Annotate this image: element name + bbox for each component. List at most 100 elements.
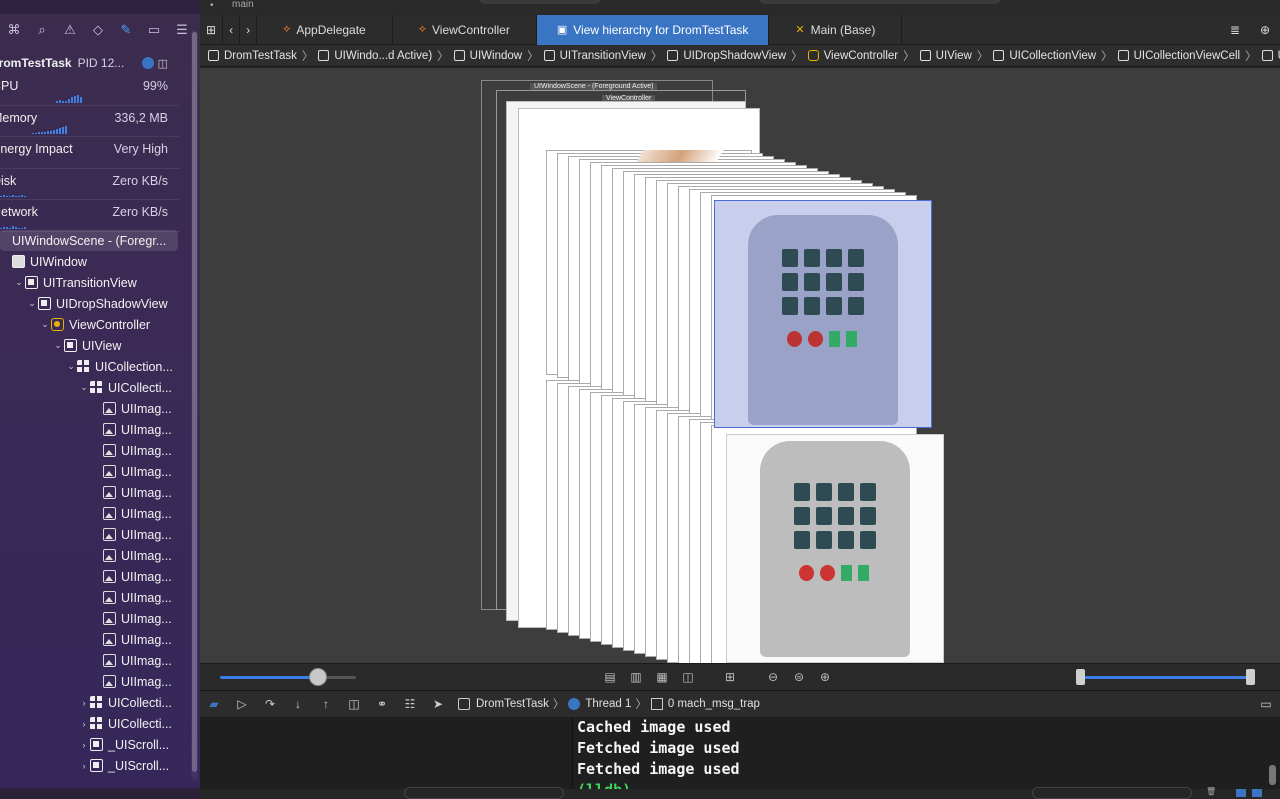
tree-node[interactable]: ⌄ UITransitionView — [0, 272, 190, 293]
zoom-actual-icon[interactable]: ⊜ — [792, 670, 806, 684]
image-view[interactable] — [726, 434, 944, 663]
breadcrumb-item[interactable]: UIWindo...d Active) 〉 — [318, 48, 453, 64]
hierarchy-icon[interactable]: ⌘ — [0, 18, 28, 42]
process-header[interactable]: DromTestTask PID 12... ◫ — [0, 52, 180, 74]
console-filter-field[interactable] — [1032, 787, 1192, 799]
tree-node[interactable]: ⌄ UICollecti... — [0, 377, 190, 398]
show-variables-icon[interactable] — [1236, 789, 1246, 797]
breakpoints-toggle-icon[interactable]: ▰ — [200, 697, 228, 711]
debug-thread[interactable]: Thread 1 — [585, 698, 631, 710]
show-console-icon[interactable] — [1252, 789, 1262, 797]
chevron-down-icon[interactable]: ⌄ — [52, 340, 64, 351]
breadcrumb-item[interactable]: UITransitionView 〉 — [543, 48, 668, 64]
range-slider-track[interactable] — [1082, 676, 1252, 679]
breadcrumb-item[interactable]: DromTestTask 〉 — [208, 48, 318, 64]
tree-node[interactable]: UIImag... — [0, 419, 190, 440]
gauge-disk[interactable]: Disk Zero KB/s — [0, 169, 180, 200]
view-debugger-icon[interactable]: ◫ — [340, 697, 368, 711]
step-into-icon[interactable]: ↓ — [284, 697, 312, 711]
test-icon[interactable]: ◇ — [84, 18, 112, 42]
tree-node[interactable]: UIImag... — [0, 671, 190, 692]
console-scrollbar[interactable] — [1269, 765, 1276, 785]
tree-node[interactable]: › UICollecti... — [0, 692, 190, 713]
debug-target[interactable]: DromTestTask — [476, 698, 549, 710]
breadcrumb-item[interactable]: UIView 〉 — [919, 48, 994, 64]
tree-node[interactable]: UIImag... — [0, 629, 190, 650]
variables-filter-field[interactable] — [404, 787, 564, 799]
breadcrumb-item[interactable]: UIDropShadowView 〉 — [667, 48, 807, 64]
navigator-scrollbar[interactable] — [191, 30, 198, 780]
range-slider-max-handle[interactable] — [1246, 669, 1255, 685]
tree-node[interactable]: UIImag... — [0, 461, 190, 482]
search-icon[interactable]: ⌕ — [28, 18, 56, 42]
zoom-in-icon[interactable]: ⊕ — [818, 670, 832, 684]
environment-icon[interactable]: ☷ — [396, 697, 424, 711]
spacing-slider-track[interactable] — [220, 676, 320, 679]
tab-appdelegate[interactable]: ⟡ AppDelegate — [257, 14, 393, 45]
editor-options-icon[interactable]: ≣ — [1220, 15, 1250, 45]
chevron-down-icon[interactable]: ⌄ — [78, 382, 90, 393]
step-out-icon[interactable]: ↑ — [312, 697, 340, 711]
gauge-network[interactable]: Network Zero KB/s — [0, 200, 180, 232]
continue-icon[interactable]: ▷ — [228, 697, 256, 711]
debug-icon[interactable]: ✎ — [112, 18, 140, 42]
tree-node[interactable]: UIImag... — [0, 566, 190, 587]
info-icon[interactable] — [141, 57, 154, 69]
tree-node[interactable]: UIImag... — [0, 608, 190, 629]
spacing-slider-knob[interactable] — [309, 668, 327, 686]
breadcrumb-item[interactable]: UIImageView — [1261, 50, 1280, 62]
tree-node[interactable]: ⌄ ViewController — [0, 314, 190, 335]
gauge-memory[interactable]: Memory 336,2 MB — [0, 106, 180, 137]
hide-debug-area-icon[interactable]: ▭ — [1252, 697, 1280, 711]
breadcrumb-item[interactable]: ViewController 〉 — [807, 48, 920, 64]
breadcrumb-item[interactable]: UIWindow 〉 — [453, 48, 544, 64]
tree-node[interactable]: UIImag... — [0, 650, 190, 671]
chevron-down-icon[interactable]: ⌄ — [26, 298, 38, 309]
tree-node[interactable]: ⌄ UIView — [0, 335, 190, 356]
tree-node[interactable]: ⌄ UIDropShadowView — [0, 293, 190, 314]
layers-icon[interactable]: ▦ — [655, 670, 669, 684]
orient-icon[interactable]: ◫ — [681, 670, 695, 684]
breakpoint-icon[interactable]: ▭ — [140, 18, 168, 42]
tree-node[interactable]: UIImag... — [0, 503, 190, 524]
warning-icon[interactable]: ⚠ — [56, 18, 84, 42]
tree-node[interactable]: UIImag... — [0, 545, 190, 566]
back-icon[interactable]: ‹ — [223, 14, 241, 45]
breadcrumb-item[interactable]: UICollectionViewCell 〉 — [1117, 48, 1262, 64]
zoom-out-icon[interactable]: ⊖ — [766, 670, 780, 684]
location-icon[interactable]: ➤ — [424, 697, 452, 711]
tab-viewcontroller[interactable]: ⟡ ViewController — [393, 14, 537, 45]
tab-view-hierarchy-for-dromtesttask[interactable]: ▣ View hierarchy for DromTestTask — [536, 14, 770, 45]
debug-frame[interactable]: 0 mach_msg_trap — [668, 698, 760, 710]
step-over-icon[interactable]: ↷ — [256, 697, 284, 711]
tree-node[interactable]: UIWindow — [0, 251, 190, 272]
chevron-right-icon[interactable]: › — [78, 698, 90, 708]
tree-node[interactable]: › _UIScroll... — [0, 755, 190, 776]
tree-node[interactable]: UIImag... — [0, 440, 190, 461]
breadcrumb-item[interactable]: UICollectionView 〉 — [993, 48, 1117, 64]
chevron-right-icon[interactable]: › — [78, 719, 90, 729]
clip-content-icon[interactable]: ▤ — [603, 670, 617, 684]
tree-node[interactable]: › _UIScroll... — [0, 734, 190, 755]
view-debugger-canvas[interactable]: UIWindowScene - (Foreground Active) View… — [200, 68, 1280, 663]
constraints-icon[interactable]: ▥ — [629, 670, 643, 684]
forward-icon[interactable]: › — [240, 14, 258, 45]
chevron-down-icon[interactable]: ⌄ — [39, 319, 51, 330]
grid-icon[interactable]: ⊞ — [200, 14, 224, 45]
selected-image-view[interactable] — [714, 200, 932, 428]
chevron-right-icon[interactable]: › — [78, 761, 90, 771]
gauge-cpu[interactable]: CPU 99% — [0, 74, 180, 106]
tree-node[interactable]: UIImag... — [0, 398, 190, 419]
tab-main-base-[interactable]: ✕ Main (Base) — [769, 14, 903, 45]
chevron-down-icon[interactable]: ⌄ — [13, 277, 25, 288]
cube-icon[interactable]: ◫ — [158, 57, 168, 70]
tree-node[interactable]: UIImag... — [0, 524, 190, 545]
range-slider-min-handle[interactable] — [1076, 669, 1085, 685]
add-editor-icon[interactable]: ⊕ — [1250, 15, 1280, 45]
run-destination[interactable] — [480, 0, 600, 4]
chevron-right-icon[interactable]: › — [78, 740, 90, 750]
2d-3d-icon[interactable]: ⊞ — [723, 670, 737, 684]
gauge-energy-impact[interactable]: Energy Impact Very High — [0, 137, 180, 169]
tree-node[interactable]: ⌄ UICollection... — [0, 356, 190, 377]
memory-graph-icon[interactable]: ⚭ — [368, 697, 396, 711]
